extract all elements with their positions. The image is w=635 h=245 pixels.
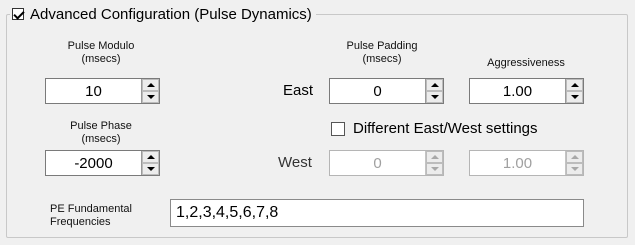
arrow-up-icon <box>146 155 155 159</box>
pulse-modulo-up-button[interactable] <box>142 79 159 91</box>
pulse-modulo-label-line2: (msecs) <box>81 53 121 65</box>
east-aggressiveness-value[interactable]: 1.00 <box>470 79 565 103</box>
advanced-config-label[interactable]: Advanced Configuration (Pulse Dynamics) <box>30 6 312 23</box>
pulse-modulo-label: Pulse Modulo (msecs) <box>46 40 156 66</box>
east-label: East <box>283 82 314 99</box>
pulse-phase-spinner[interactable]: -2000 <box>45 150 160 176</box>
west-aggressiveness-spinner: 1.00 <box>469 150 584 176</box>
arrow-down-icon <box>570 167 579 171</box>
pe-frequencies-label: PE Fundamental Frequencies <box>50 203 165 229</box>
west-padding-down-button <box>426 163 443 175</box>
group-legend: Advanced Configuration (Pulse Dynamics) <box>10 4 316 24</box>
pulse-modulo-spinner[interactable]: 10 <box>45 78 160 104</box>
different-settings-label[interactable]: Different East/West settings <box>353 120 538 137</box>
west-label: West <box>278 154 312 171</box>
east-padding-up-button[interactable] <box>426 79 443 91</box>
west-aggressiveness-spin-buttons <box>565 151 583 175</box>
pulse-modulo-value[interactable]: 10 <box>46 79 141 103</box>
pulse-phase-spin-buttons <box>141 151 159 175</box>
west-padding-spinner: 0 <box>329 150 444 176</box>
pulse-phase-label: Pulse Phase (msecs) <box>46 120 156 146</box>
aggressiveness-label: Aggressiveness <box>487 57 565 69</box>
pulse-modulo-label-line1: Pulse Modulo <box>67 40 135 52</box>
arrow-up-icon <box>430 83 439 87</box>
pulse-modulo-down-button[interactable] <box>142 91 159 103</box>
west-aggressiveness-value: 1.00 <box>502 154 533 172</box>
arrow-up-icon <box>570 155 579 159</box>
east-padding-spin-buttons <box>425 79 443 103</box>
west-padding-up-button <box>426 151 443 163</box>
pulse-phase-down-button[interactable] <box>142 163 159 175</box>
different-settings-checkbox[interactable] <box>331 121 345 136</box>
pulse-phase-label-line1: Pulse Phase <box>70 120 132 132</box>
pe-frequencies-input[interactable]: 1,2,3,4,5,6,7,8 <box>170 199 584 227</box>
pulse-padding-label-line1: Pulse Padding <box>346 40 418 52</box>
pe-frequencies-label-line1: PE Fundamental <box>50 203 132 215</box>
west-aggressiveness-up-button <box>566 151 583 163</box>
east-aggressiveness-spinner[interactable]: 1.00 <box>469 78 584 104</box>
pe-frequencies-label-line2: Frequencies <box>50 216 111 228</box>
advanced-config-checkbox[interactable] <box>12 8 24 20</box>
arrow-down-icon <box>146 167 155 171</box>
west-padding-value: 0 <box>373 154 382 172</box>
east-padding-down-button[interactable] <box>426 91 443 103</box>
arrow-up-icon <box>570 83 579 87</box>
arrow-up-icon <box>430 155 439 159</box>
east-aggressiveness-spin-buttons <box>565 79 583 103</box>
east-padding-value[interactable]: 0 <box>330 79 425 103</box>
west-padding-spin-buttons <box>425 151 443 175</box>
arrow-down-icon <box>570 95 579 99</box>
east-aggressiveness-up-button[interactable] <box>566 79 583 91</box>
arrow-down-icon <box>430 95 439 99</box>
arrow-up-icon <box>146 83 155 87</box>
pulse-modulo-spin-buttons <box>141 79 159 103</box>
arrow-down-icon <box>146 95 155 99</box>
pulse-padding-label-line2: (msecs) <box>362 53 402 65</box>
pulse-phase-label-line2: (msecs) <box>81 133 121 145</box>
arrow-down-icon <box>430 167 439 171</box>
west-aggressiveness-down-button <box>566 163 583 175</box>
pulse-padding-label: Pulse Padding (msecs) <box>322 40 442 66</box>
pulse-phase-up-button[interactable] <box>142 151 159 163</box>
east-aggressiveness-down-button[interactable] <box>566 91 583 103</box>
pulse-phase-value[interactable]: -2000 <box>46 151 141 175</box>
east-padding-spinner[interactable]: 0 <box>329 78 444 104</box>
different-settings-row: Different East/West settings <box>331 120 538 137</box>
